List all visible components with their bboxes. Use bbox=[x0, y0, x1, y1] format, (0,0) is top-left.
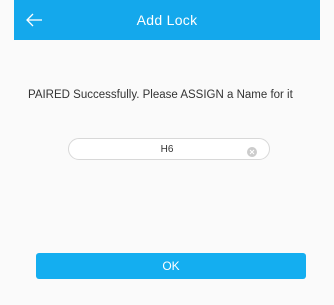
clear-icon[interactable] bbox=[247, 144, 257, 157]
ok-button[interactable]: OK bbox=[36, 253, 306, 279]
header-bar: Add Lock bbox=[14, 0, 320, 40]
page-title: Add Lock bbox=[136, 12, 198, 28]
lock-name-input[interactable] bbox=[89, 139, 245, 159]
success-message: PAIRED Successfully. Please ASSIGN a Nam… bbox=[28, 89, 293, 101]
lock-name-field bbox=[68, 138, 270, 160]
